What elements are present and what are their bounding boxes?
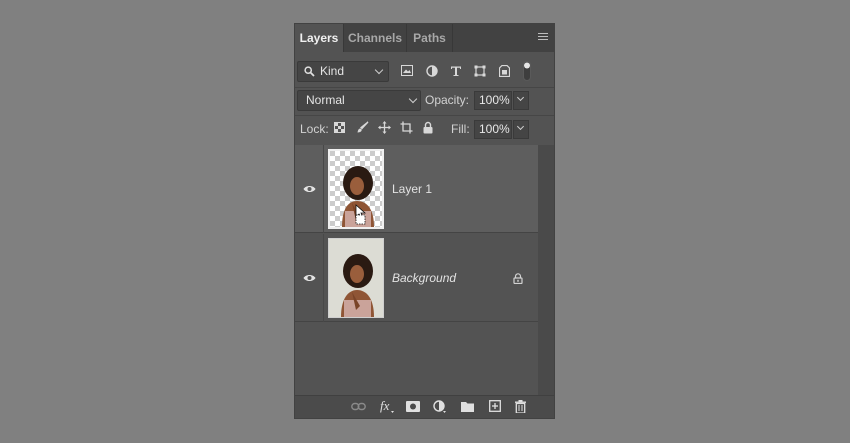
panel-tab-bar: Layers Channels Paths bbox=[295, 24, 554, 52]
link-layers-icon[interactable] bbox=[351, 402, 366, 411]
fill-input[interactable]: 100% bbox=[474, 120, 512, 139]
layers-bottom-toolbar: fx bbox=[295, 395, 554, 418]
layer-lock-icon[interactable] bbox=[513, 273, 523, 284]
layers-scrollbar[interactable] bbox=[538, 145, 554, 395]
adjustment-filter-icon[interactable] bbox=[426, 65, 438, 77]
layer-name[interactable]: Layer 1 bbox=[392, 182, 432, 196]
lock-all-icon[interactable] bbox=[423, 121, 433, 134]
eye-icon bbox=[303, 186, 316, 192]
filter-kind-label: Kind bbox=[320, 64, 345, 78]
fx-icon[interactable]: fx bbox=[379, 399, 395, 414]
tab-channels[interactable]: Channels bbox=[344, 24, 407, 52]
svg-text:fx: fx bbox=[380, 399, 390, 413]
type-filter-icon[interactable] bbox=[450, 65, 462, 77]
lock-label: Lock: bbox=[300, 122, 329, 136]
opacity-input[interactable]: 100% bbox=[474, 91, 512, 110]
lock-transparent-pixels-icon[interactable] bbox=[334, 122, 345, 133]
fill-label: Fill: bbox=[451, 122, 470, 136]
layer-thumbnail[interactable] bbox=[328, 238, 384, 318]
background-thumbnail-image bbox=[329, 239, 383, 317]
chevron-down-icon bbox=[408, 94, 418, 104]
filter-kind-dropdown[interactable]: Kind bbox=[297, 61, 389, 82]
shape-filter-icon[interactable] bbox=[474, 65, 486, 77]
new-group-icon[interactable] bbox=[461, 401, 474, 412]
divider bbox=[295, 115, 554, 116]
lock-image-pixels-icon[interactable] bbox=[356, 121, 369, 134]
tab-layers[interactable]: Layers bbox=[295, 24, 344, 52]
opacity-slider-toggle[interactable] bbox=[513, 91, 529, 110]
layer-name[interactable]: Background bbox=[392, 271, 456, 285]
lock-position-icon[interactable] bbox=[378, 121, 391, 134]
chevron-down-icon bbox=[374, 65, 384, 75]
layer-row-background[interactable]: Background bbox=[295, 234, 538, 322]
layer-row-layer-1[interactable]: Layer 1 bbox=[295, 145, 538, 233]
search-icon bbox=[304, 66, 315, 77]
blend-mode-value: Normal bbox=[306, 93, 345, 107]
visibility-toggle[interactable] bbox=[295, 145, 324, 233]
layer-thumbnail[interactable] bbox=[328, 149, 384, 229]
adjustment-layer-icon[interactable] bbox=[433, 400, 447, 414]
chevron-down-icon bbox=[516, 93, 525, 102]
lock-artboard-icon[interactable] bbox=[400, 121, 413, 134]
layer-1-thumbnail-image bbox=[330, 151, 382, 227]
smart-object-filter-icon[interactable] bbox=[499, 65, 510, 77]
layers-list: Layer 1 Background bbox=[295, 145, 554, 395]
layers-panel: Layers Channels Paths Kind Normal Opacit… bbox=[294, 23, 555, 419]
fill-slider-toggle[interactable] bbox=[513, 120, 529, 139]
tab-paths[interactable]: Paths bbox=[407, 24, 453, 52]
add-mask-icon[interactable] bbox=[406, 401, 420, 412]
new-layer-icon[interactable] bbox=[489, 400, 501, 412]
delete-layer-icon[interactable] bbox=[515, 400, 526, 413]
panel-menu-icon[interactable] bbox=[538, 33, 548, 42]
blend-mode-dropdown[interactable]: Normal bbox=[297, 90, 421, 111]
divider bbox=[295, 87, 554, 88]
filter-toggle-icon[interactable] bbox=[523, 61, 531, 81]
image-filter-icon[interactable] bbox=[401, 65, 413, 76]
chevron-down-icon bbox=[516, 122, 525, 131]
eye-icon bbox=[303, 275, 316, 281]
visibility-toggle[interactable] bbox=[295, 234, 324, 322]
opacity-label: Opacity: bbox=[425, 93, 470, 107]
